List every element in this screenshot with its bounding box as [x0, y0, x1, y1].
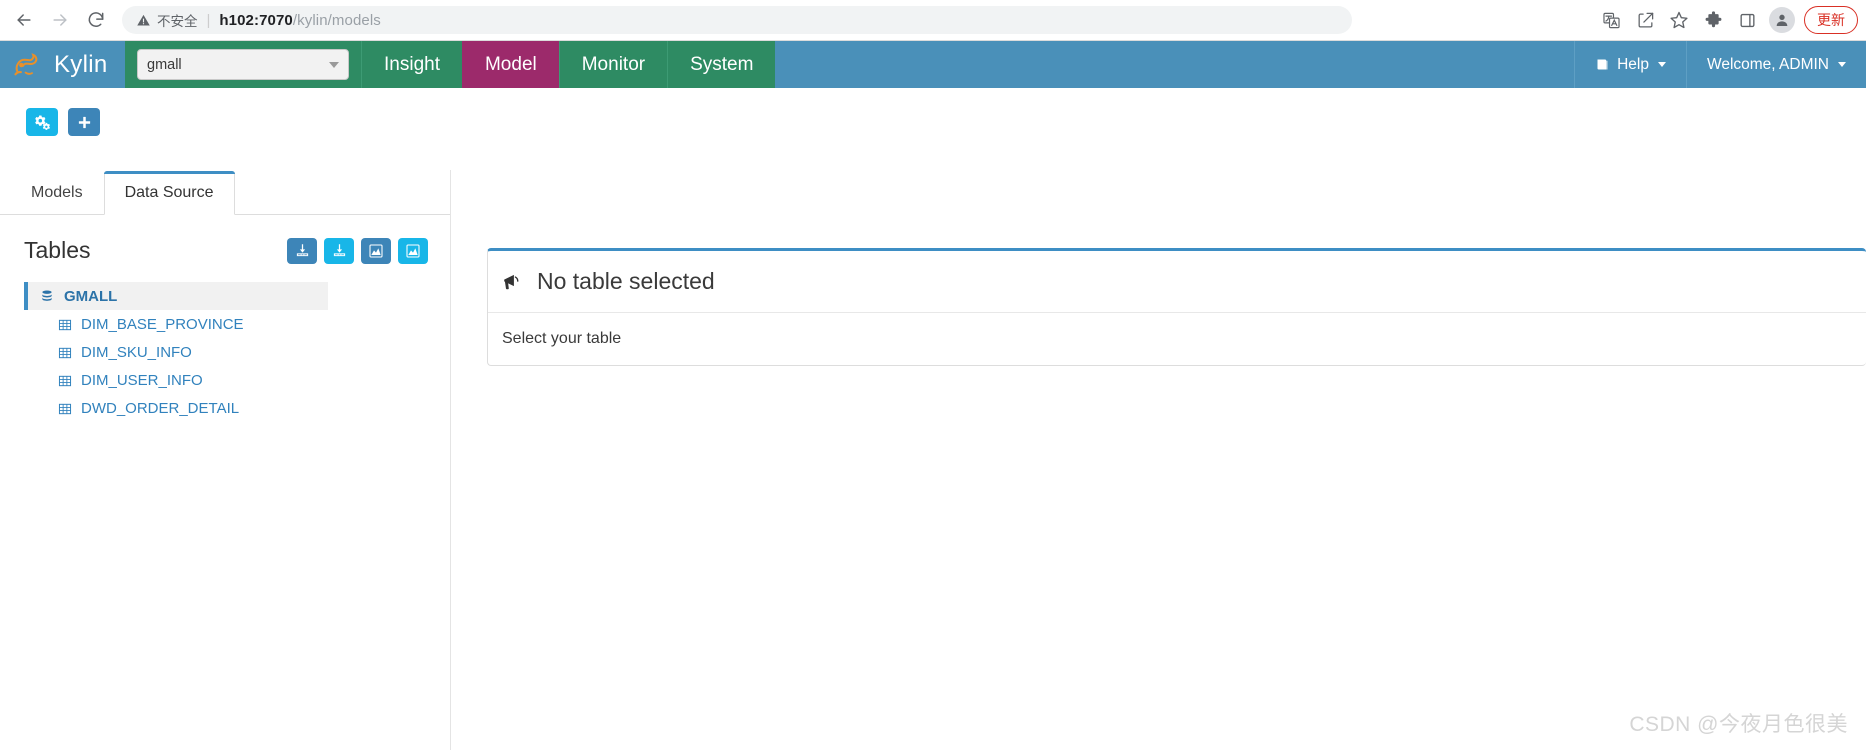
panel-title: No table selected: [537, 268, 715, 294]
bullhorn-icon: [504, 274, 519, 289]
user-menu[interactable]: Welcome, ADMIN: [1685, 41, 1866, 88]
tables-actions: [287, 237, 428, 264]
table-detail-panel: No table selected Select your table: [487, 248, 1866, 366]
tables-header: Tables: [0, 215, 450, 264]
url-text: h102:7070/kylin/models: [219, 12, 380, 29]
watermark: CSDN @今夜月色很美: [1629, 713, 1848, 736]
panel-header: No table selected: [488, 251, 1866, 313]
forward-icon[interactable]: [42, 2, 78, 38]
table-icon: [58, 403, 72, 414]
share-icon[interactable]: [1628, 3, 1662, 37]
gears-icon: [34, 115, 50, 130]
chart-icon: [406, 243, 420, 258]
url-path: /kylin/models: [292, 11, 381, 29]
kylin-nav-right: Help Welcome, ADMIN: [1574, 41, 1866, 88]
tree-table-label: DIM_SKU_INFO: [81, 344, 192, 361]
calculate-cardinality-button[interactable]: [361, 237, 391, 264]
nav-item-model[interactable]: Model: [461, 41, 559, 88]
user-label: Welcome, ADMIN: [1706, 55, 1829, 73]
kylin-navbar: Kylin gmall Insight Model Monitor System…: [0, 41, 1866, 88]
plus-icon: [78, 116, 90, 128]
help-label: Help: [1617, 55, 1649, 73]
tree-table-label: DWD_ORDER_DETAIL: [81, 400, 240, 417]
tree-table-item[interactable]: DIM_SKU_INFO: [0, 339, 450, 366]
omnibox-divider: |: [206, 11, 211, 29]
chart-icon: [369, 243, 383, 258]
sidebar-tabs: Models Data Source: [0, 170, 450, 215]
load-table-from-tree-button[interactable]: [324, 237, 354, 264]
project-select[interactable]: gmall: [137, 49, 349, 80]
tree-table-item[interactable]: DWD_ORDER_DETAIL: [0, 395, 450, 422]
bookmark-star-icon[interactable]: [1662, 3, 1696, 37]
warning-triangle-icon: [137, 14, 150, 25]
project-select-wrap: gmall: [125, 41, 361, 88]
nav-item-insight[interactable]: Insight: [361, 41, 462, 88]
load-table-button[interactable]: [287, 237, 317, 264]
manage-cubes-button[interactable]: [26, 108, 58, 136]
chevron-down-icon: [1657, 62, 1666, 67]
project-select-value: gmall: [147, 56, 182, 73]
tree-table-item[interactable]: DIM_BASE_PROVINCE: [0, 311, 450, 338]
profile-avatar-icon[interactable]: [1769, 7, 1795, 33]
browser-toolbar: 不安全 | h102:7070/kylin/models 更新: [0, 0, 1866, 41]
tree-database-label: GMALL: [64, 287, 118, 305]
table-icon: [58, 319, 72, 330]
tree-table-label: DIM_USER_INFO: [81, 372, 203, 389]
panel-body-text: Select your table: [502, 330, 622, 347]
table-tree: GMALL DIM_BASE_PROVINCE DIM_SKU_INFO DIM…: [0, 282, 450, 422]
tab-data-source[interactable]: Data Source: [103, 171, 235, 215]
table-icon: [58, 347, 72, 358]
tree-table-item[interactable]: DIM_USER_INFO: [0, 367, 450, 394]
nav-item-system[interactable]: System: [667, 41, 775, 88]
download-table-icon: [333, 244, 345, 257]
browser-nav-buttons: [0, 2, 114, 38]
model-action-toolbar: [26, 108, 100, 136]
tree-database-gmall[interactable]: GMALL: [24, 282, 328, 310]
side-panel-icon[interactable]: [1730, 3, 1764, 37]
download-table-icon: [296, 244, 308, 257]
chevron-down-icon: [1838, 62, 1846, 67]
data-source-sidebar: Models Data Source Tables GMALL DIM_BASE…: [0, 170, 451, 750]
address-bar[interactable]: 不安全 | h102:7070/kylin/models: [122, 6, 1352, 34]
book-icon: [1597, 59, 1608, 70]
extensions-puzzle-icon[interactable]: [1696, 3, 1730, 37]
database-icon: [42, 289, 52, 301]
browser-action-buttons: 更新: [1594, 3, 1866, 37]
chevron-down-icon: [329, 61, 339, 68]
update-button[interactable]: 更新: [1804, 6, 1858, 34]
reload-icon[interactable]: [78, 2, 114, 38]
tables-title: Tables: [24, 237, 91, 263]
back-icon[interactable]: [6, 2, 42, 38]
translate-icon[interactable]: [1594, 3, 1628, 37]
tab-models[interactable]: Models: [10, 170, 104, 214]
add-button[interactable]: [68, 108, 100, 136]
kylin-nav-green-section: gmall Insight Model Monitor System: [125, 41, 776, 88]
table-icon: [58, 375, 72, 386]
url-host: h102:7070: [219, 11, 293, 29]
tree-table-label: DIM_BASE_PROVINCE: [81, 316, 244, 333]
brand[interactable]: Kylin: [0, 41, 125, 88]
nav-item-monitor[interactable]: Monitor: [558, 41, 667, 88]
help-menu[interactable]: Help: [1574, 41, 1686, 88]
brand-label: Kylin: [54, 50, 108, 78]
security-label: 不安全: [157, 14, 198, 29]
kylin-logo-icon: [14, 52, 38, 75]
security-warning[interactable]: 不安全: [136, 10, 198, 30]
show-statistics-button[interactable]: [398, 237, 428, 264]
